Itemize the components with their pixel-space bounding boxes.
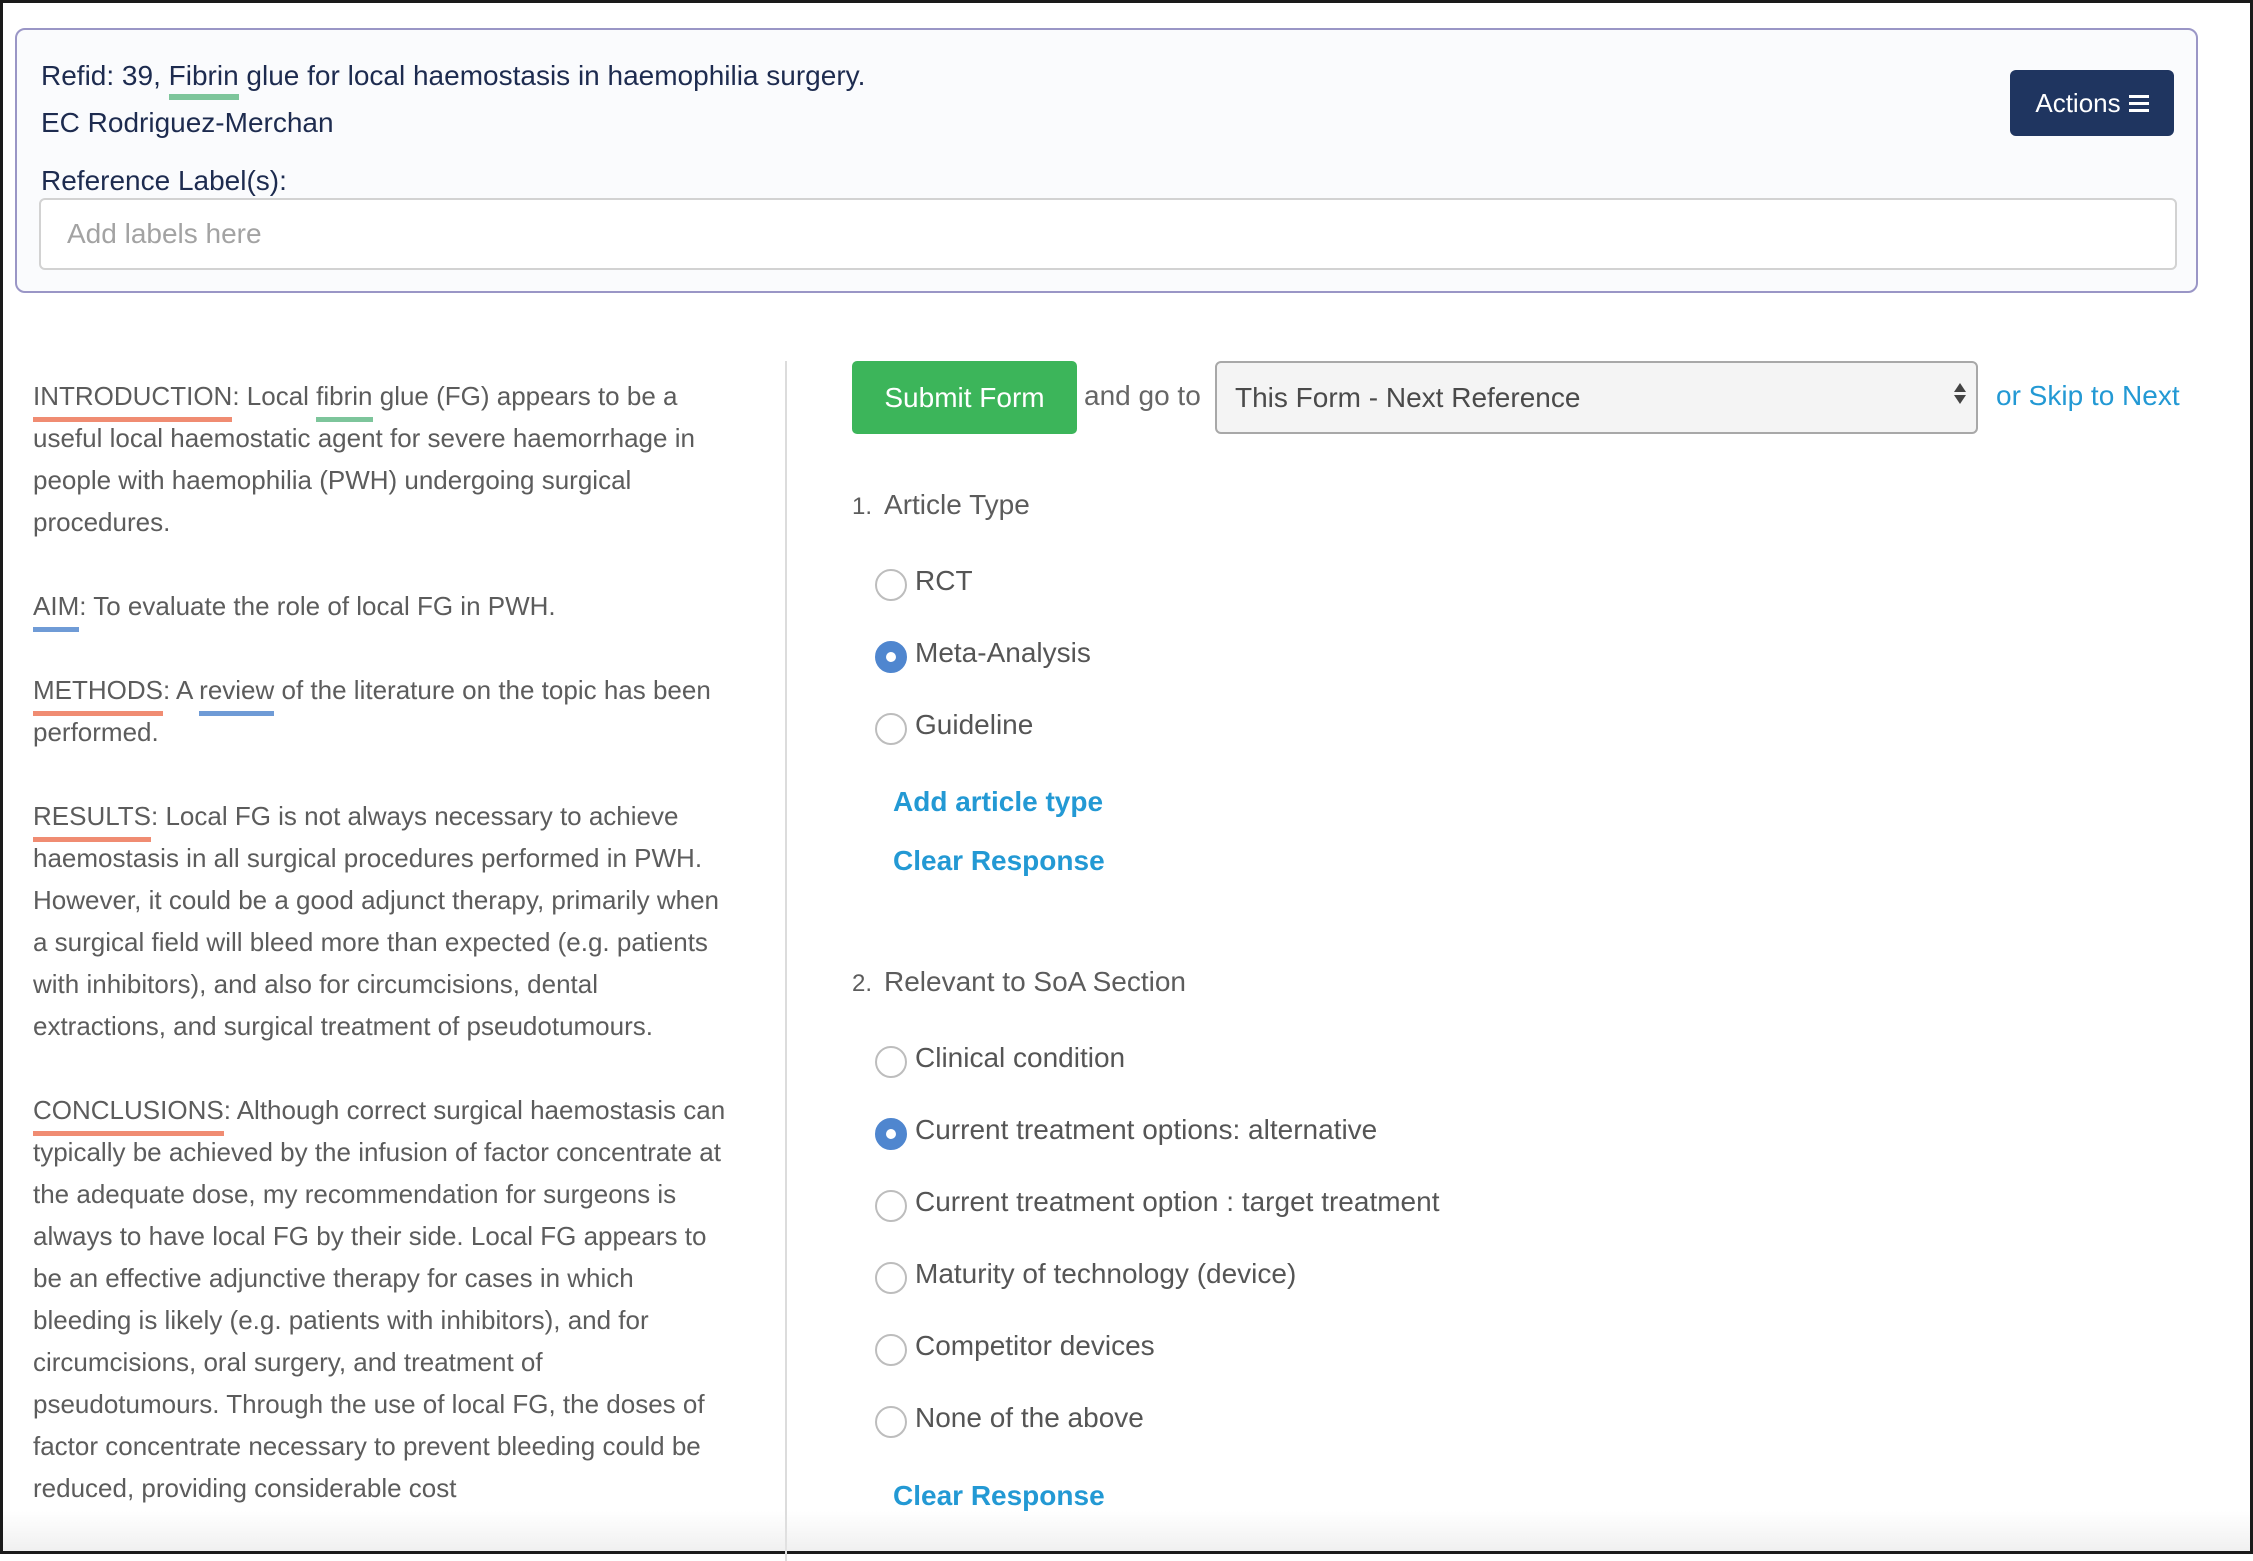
abstract-aim: AIM: To evaluate the role of local FG in… xyxy=(33,585,733,632)
reference-title-text: glue for local haemostasis in haemophili… xyxy=(238,60,866,91)
radio-button[interactable] xyxy=(875,1262,907,1294)
scroll-fade xyxy=(3,1511,2250,1551)
reference-author: EC Rodriguez-Merchan xyxy=(41,107,334,138)
radio-button[interactable] xyxy=(875,713,907,745)
option-label: Current treatment options: alternative xyxy=(915,1114,1378,1145)
actions-button[interactable]: Actions xyxy=(2010,70,2174,136)
clear-response-link[interactable]: Clear Response xyxy=(893,845,1105,877)
hamburger-menu-icon xyxy=(2128,94,2149,112)
section-heading-results: RESULTS xyxy=(33,795,151,842)
abstract-conclusions: CONCLUSIONS: Although correct surgical h… xyxy=(33,1089,733,1509)
option-competitor-devices[interactable]: Competitor devices xyxy=(875,1326,1155,1366)
option-label: Maturity of technology (device) xyxy=(915,1258,1297,1289)
section-heading-conclusions: CONCLUSIONS xyxy=(33,1089,224,1136)
reference-labels-input[interactable] xyxy=(39,198,2177,270)
abstract-text: : Although correct surgical haemostasis … xyxy=(33,1095,726,1503)
option-current-treatment-target[interactable]: Current treatment option : target treatm… xyxy=(875,1182,1439,1222)
select-updown-arrows-icon xyxy=(1954,383,1966,404)
radio-button[interactable] xyxy=(875,1334,907,1366)
reference-header-card: Refid: 39, Fibrin glue for local haemost… xyxy=(15,28,2198,293)
highlighted-term-review: review xyxy=(199,669,275,716)
radio-button-checked[interactable] xyxy=(875,641,907,673)
question-relevant-soa-section: 2. Relevant to SoA Section xyxy=(852,966,1186,998)
radio-button-checked[interactable] xyxy=(875,1118,907,1150)
question-article-type: 1. Article Type xyxy=(852,489,1030,521)
add-article-type-link[interactable]: Add article type xyxy=(893,786,1103,818)
reference-title: Refid: 39, Fibrin glue for local haemost… xyxy=(41,60,866,100)
section-heading-aim: AIM xyxy=(33,585,80,632)
option-none-of-the-above[interactable]: None of the above xyxy=(875,1398,1144,1438)
option-label: Clinical condition xyxy=(915,1042,1126,1073)
option-label: Competitor devices xyxy=(915,1330,1155,1361)
question-label: Article Type xyxy=(884,489,1030,520)
abstract-methods: METHODS: A review of the literature on t… xyxy=(33,669,733,753)
reference-labels-label: Reference Label(s): xyxy=(41,165,287,196)
actions-button-label: Actions xyxy=(2035,87,2121,118)
reference-id: Refid: 39, xyxy=(41,60,169,91)
radio-button[interactable] xyxy=(875,569,907,601)
option-label: Current treatment option : target treatm… xyxy=(915,1186,1440,1217)
option-meta-analysis[interactable]: Meta-Analysis xyxy=(875,633,1091,673)
option-rct[interactable]: RCT xyxy=(875,561,973,601)
clear-response-link[interactable]: Clear Response xyxy=(893,1480,1105,1512)
option-clinical-condition[interactable]: Clinical condition xyxy=(875,1038,1125,1078)
next-destination-selected: This Form - Next Reference xyxy=(1235,381,1581,413)
option-maturity-of-technology[interactable]: Maturity of technology (device) xyxy=(875,1254,1296,1294)
highlighted-term-fibrin: Fibrin xyxy=(168,60,239,100)
section-heading-methods: METHODS xyxy=(33,669,163,716)
option-label: Meta-Analysis xyxy=(915,637,1091,668)
radio-button[interactable] xyxy=(875,1406,907,1438)
abstract-panel: INTRODUCTION: Local fibrin glue (FG) app… xyxy=(33,375,733,1551)
option-guideline[interactable]: Guideline xyxy=(875,705,1033,745)
abstract-results: RESULTS: Local FG is not always necessar… xyxy=(33,795,733,1047)
abstract-introduction: INTRODUCTION: Local fibrin glue (FG) app… xyxy=(33,375,733,543)
radio-button[interactable] xyxy=(875,1046,907,1078)
question-number: 1. xyxy=(852,493,873,520)
option-label: None of the above xyxy=(915,1402,1144,1433)
column-divider xyxy=(785,361,787,1561)
abstract-text: : Local xyxy=(232,381,317,411)
go-to-label: and go to xyxy=(1084,380,1201,411)
option-label: RCT xyxy=(915,565,973,596)
radio-button[interactable] xyxy=(875,1190,907,1222)
section-heading-introduction: INTRODUCTION xyxy=(33,375,233,422)
abstract-text: : A xyxy=(163,675,200,705)
option-label: Guideline xyxy=(915,709,1034,740)
option-current-treatment-alternative[interactable]: Current treatment options: alternative xyxy=(875,1110,1377,1150)
question-number: 2. xyxy=(852,970,873,997)
next-destination-select[interactable]: This Form - Next Reference xyxy=(1215,361,1978,434)
question-label: Relevant to SoA Section xyxy=(884,966,1186,997)
abstract-text: : To evaluate the role of local FG in PW… xyxy=(79,591,556,621)
submit-form-button[interactable]: Submit Form xyxy=(852,361,1077,434)
highlighted-term-fibrin: fibrin xyxy=(316,375,373,422)
skip-to-next-link[interactable]: or Skip to Next xyxy=(1996,380,2180,412)
